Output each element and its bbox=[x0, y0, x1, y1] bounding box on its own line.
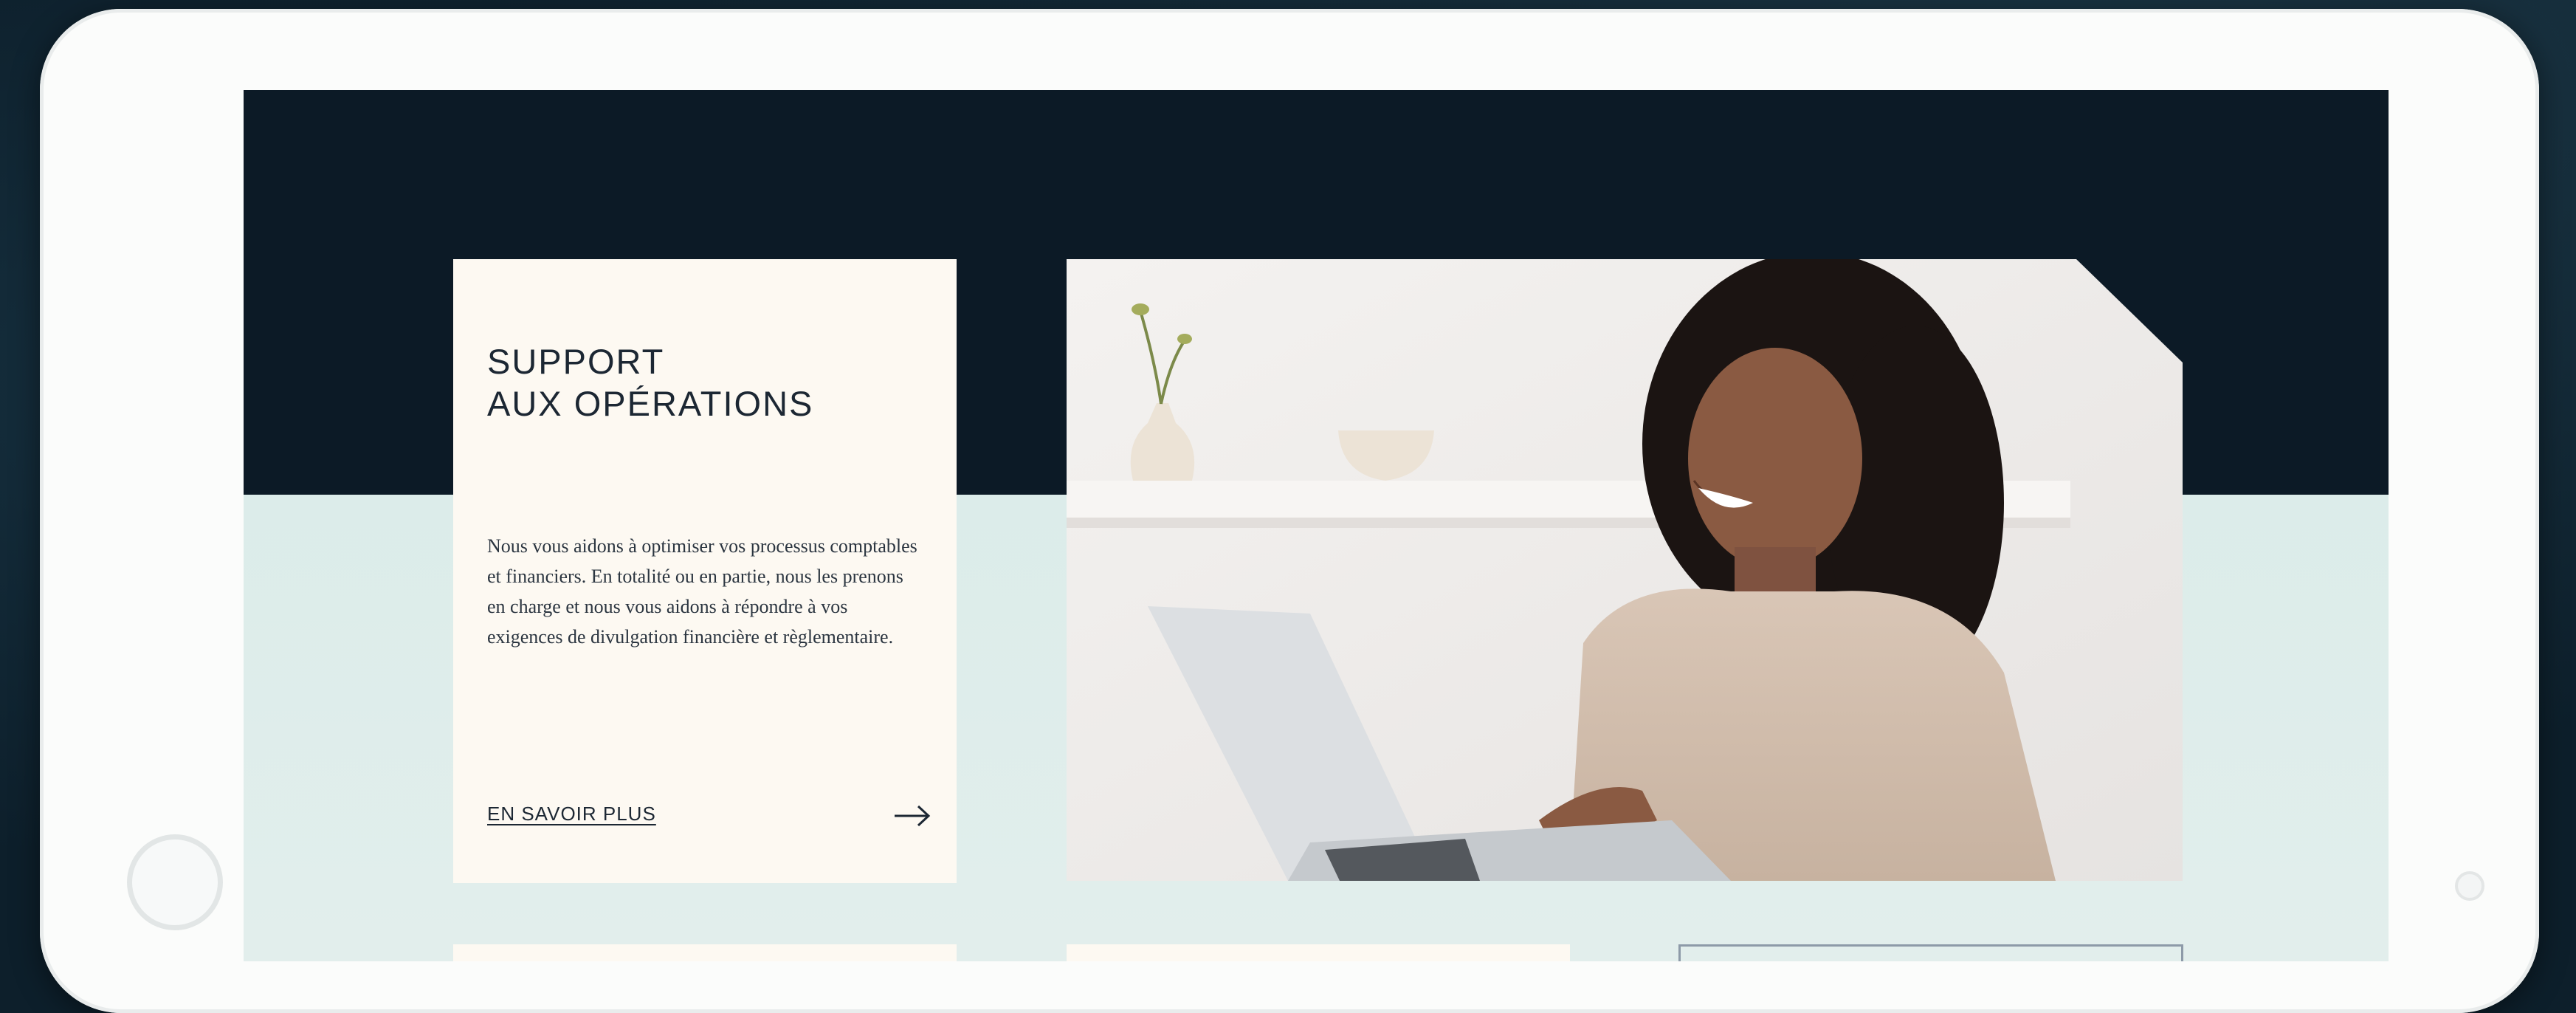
service-card: SUPPORT AUX OPÉRATIONS Nous vous aidons … bbox=[453, 259, 957, 883]
home-button[interactable] bbox=[127, 834, 223, 930]
next-card-2 bbox=[1067, 944, 1570, 961]
card-title-line2: AUX OPÉRATIONS bbox=[487, 384, 814, 423]
web-page-viewport: SUPPORT AUX OPÉRATIONS Nous vous aidons … bbox=[244, 90, 2389, 961]
next-card-3[interactable] bbox=[1678, 944, 2183, 961]
card-title: SUPPORT AUX OPÉRATIONS bbox=[487, 340, 813, 425]
learn-more-link[interactable]: EN SAVOIR PLUS bbox=[487, 803, 656, 825]
card-description: Nous vous aidons à optimiser vos process… bbox=[487, 535, 917, 648]
camera-icon bbox=[2455, 871, 2484, 901]
card-title-line1: SUPPORT bbox=[487, 342, 665, 381]
arrow-right-icon[interactable] bbox=[893, 804, 931, 828]
next-card-1 bbox=[453, 944, 957, 961]
woman-smiling-at-laptop-photo bbox=[1067, 259, 2183, 881]
